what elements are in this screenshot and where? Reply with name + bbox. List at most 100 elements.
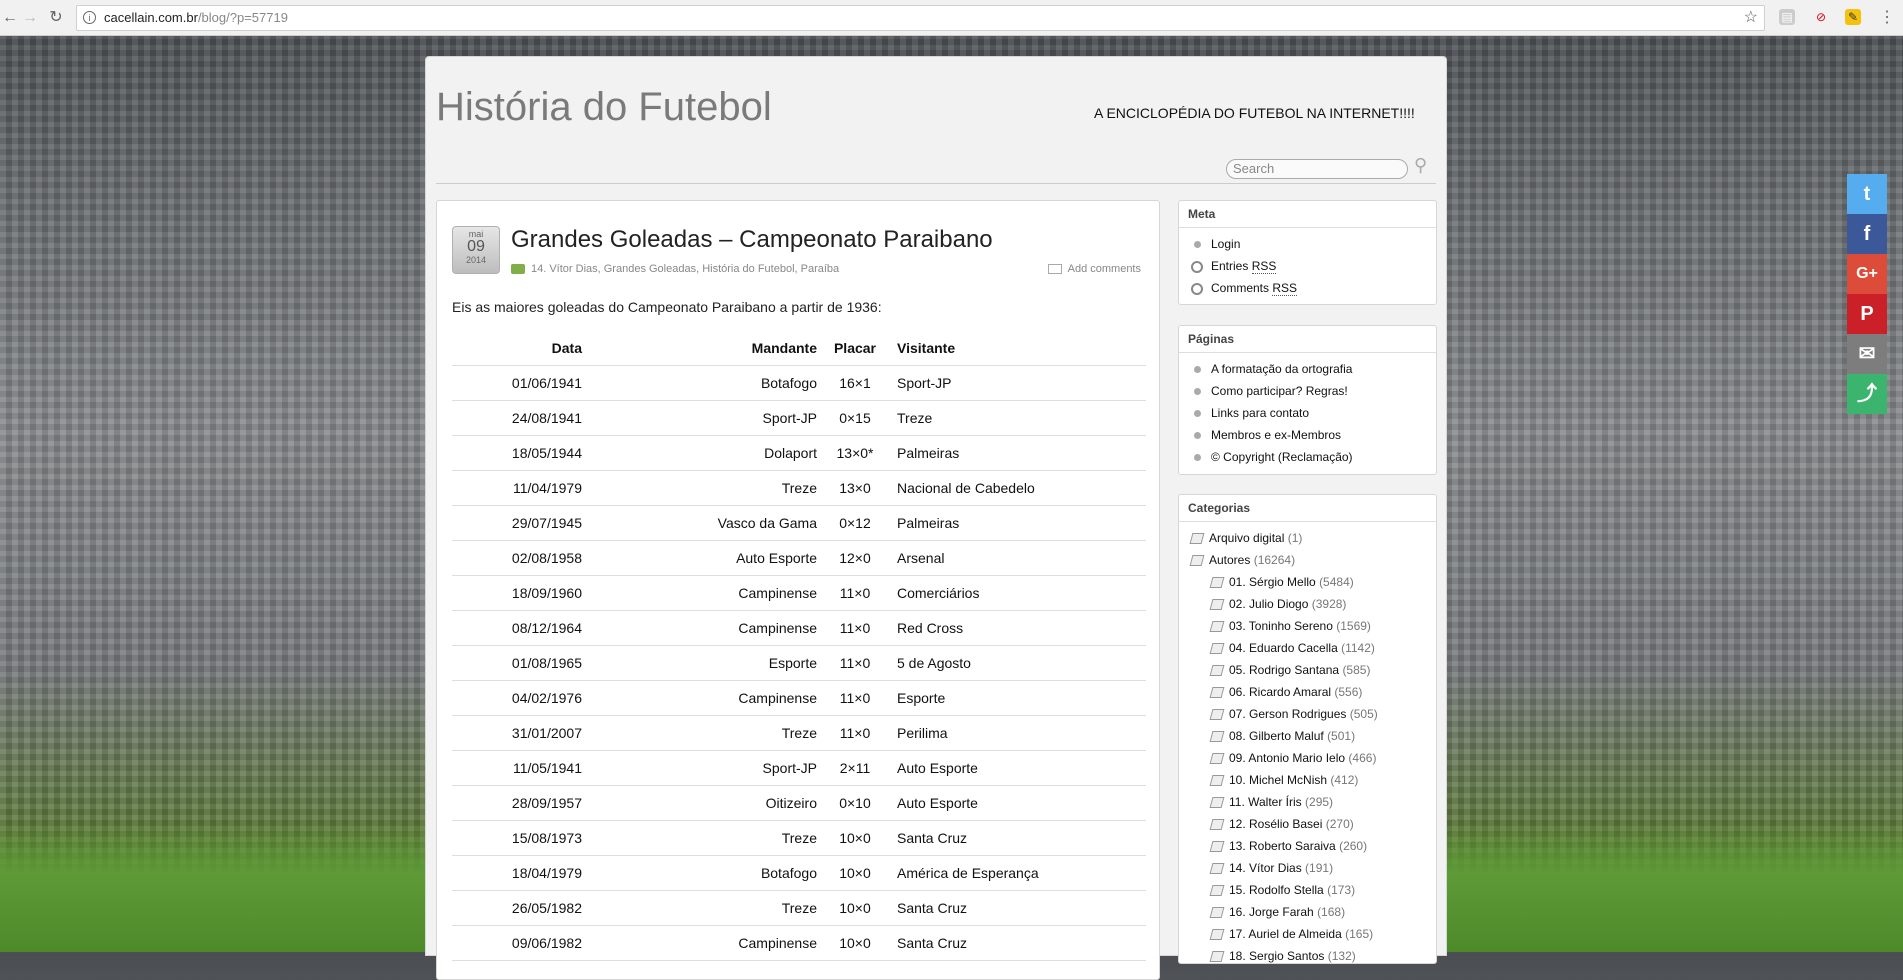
category-label: 06. Ricardo Amaral	[1229, 685, 1332, 699]
table-row: 28/09/1957 Oitizeiro 0×10 Auto Esporte	[452, 785, 1146, 821]
comments-rss-link[interactable]: Comments RSS	[1179, 277, 1436, 299]
adblock-extension-icon[interactable]: ⊘	[1813, 9, 1829, 25]
cell-away: Santa Cruz	[885, 820, 1146, 856]
cell-date: 18/09/1960	[452, 575, 592, 611]
category-subitem[interactable]: 04. Eduardo Cacella (1142)	[1179, 637, 1436, 659]
category-icon	[1209, 577, 1225, 588]
cell-away: Santa Cruz	[885, 925, 1146, 961]
bookmark-star-icon[interactable]: ☆	[1744, 6, 1758, 30]
category-subitem[interactable]: 12. Rosélio Basei (270)	[1179, 813, 1436, 835]
extension-icon[interactable]: ▤	[1779, 9, 1795, 25]
cell-score: 10×0	[825, 855, 885, 891]
cell-home: Treze	[592, 715, 825, 751]
category-subitem[interactable]: 11. Walter Íris (295)	[1179, 791, 1436, 813]
cell-date: 04/02/1976	[452, 680, 592, 716]
table-header-row: Data Mandante Placar Visitante	[452, 337, 1146, 366]
page-link-copyright[interactable]: © Copyright (Reclamação)	[1179, 446, 1436, 468]
category-item[interactable]: Arquivo digital (1)	[1179, 527, 1436, 549]
category-subitem[interactable]: 01. Sérgio Mello (5484)	[1179, 571, 1436, 593]
cell-score: 13×0*	[825, 435, 885, 471]
page-link-label: Membros e ex-Membros	[1211, 428, 1342, 442]
site-title[interactable]: História do Futebol	[436, 85, 772, 130]
page-link-label: Links para contato	[1211, 406, 1310, 420]
cell-score: 11×0	[825, 610, 885, 646]
cell-away: Palmeiras	[885, 505, 1146, 541]
category-subitem[interactable]: 13. Roberto Saraiva (260)	[1179, 835, 1436, 857]
twitter-share-button[interactable]: t	[1847, 174, 1887, 214]
add-comments-link[interactable]: Add comments	[1047, 263, 1141, 275]
page-link-regras[interactable]: Como participar? Regras!	[1179, 380, 1436, 402]
google-plus-share-button[interactable]: G+	[1847, 254, 1887, 294]
pinterest-share-button[interactable]: P	[1847, 294, 1887, 334]
table-row: 15/08/1973 Treze 10×0 Santa Cruz	[452, 820, 1146, 856]
cell-home: Treze	[592, 820, 825, 856]
category-label: 03. Toninho Sereno	[1229, 619, 1333, 633]
category-subitem[interactable]: 16. Jorge Farah (168)	[1179, 901, 1436, 923]
facebook-share-button[interactable]: f	[1847, 214, 1887, 254]
date-day: 09	[467, 238, 485, 255]
info-icon[interactable]: i	[83, 11, 96, 24]
category-subitem[interactable]: 17. Auriel de Almeida (165)	[1179, 923, 1436, 945]
page-link-ortografia[interactable]: A formatação da ortografia	[1179, 358, 1436, 380]
cell-score: 0×10	[825, 785, 885, 821]
header-away: Visitante	[885, 337, 1146, 366]
search-input[interactable]: Search	[1226, 159, 1408, 179]
address-bar[interactable]: i cacellain.com.br/blog/?p=57719 ☆	[76, 5, 1765, 31]
post-categories[interactable]: 14. Vítor Dias, Grandes Goleadas, Histór…	[531, 263, 839, 275]
category-subitem[interactable]: 05. Rodrigo Santana (585)	[1179, 659, 1436, 681]
reload-icon[interactable]: ↻	[46, 8, 66, 28]
email-share-button[interactable]: ✉	[1847, 334, 1887, 374]
category-item[interactable]: Autores (16264)	[1179, 549, 1436, 571]
category-subitem[interactable]: 15. Rodolfo Stella (173)	[1179, 879, 1436, 901]
forward-icon[interactable]: →	[20, 8, 40, 28]
category-icon	[1209, 951, 1225, 962]
category-subitem[interactable]: 06. Ricardo Amaral (556)	[1179, 681, 1436, 703]
category-subitem[interactable]: 14. Vítor Dias (191)	[1179, 857, 1436, 879]
category-label: 18. Sergio Santos	[1229, 949, 1325, 963]
category-subitem[interactable]: 07. Gerson Rodrigues (505)	[1179, 703, 1436, 725]
url-text[interactable]: cacellain.com.br/blog/?p=57719	[104, 6, 288, 30]
table-row: 18/05/1944 Dolaport 13×0* Palmeiras	[452, 435, 1146, 471]
category-count: (173)	[1327, 883, 1356, 897]
category-subitem[interactable]: 09. Antonio Mario Ielo (466)	[1179, 747, 1436, 769]
category-icon	[1209, 753, 1225, 764]
login-link[interactable]: Login	[1179, 233, 1436, 255]
category-subitem[interactable]: 08. Gilberto Maluf (501)	[1179, 725, 1436, 747]
category-label: 09. Antonio Mario Ielo	[1229, 751, 1346, 765]
table-row: 11/04/1979 Treze 13×0 Nacional de Cabedelo	[452, 470, 1146, 506]
url-path: /blog/?p=57719	[197, 10, 288, 25]
category-label: 04. Eduardo Cacella	[1229, 641, 1338, 655]
cell-score: 11×0	[825, 575, 885, 611]
category-icon	[1209, 841, 1225, 852]
table-row: 08/12/1964 Campinense 11×0 Red Cross	[452, 610, 1146, 646]
page-link-contato[interactable]: Links para contato	[1179, 402, 1436, 424]
back-icon[interactable]: ←	[0, 8, 20, 28]
table-row: 24/08/1941 Sport-JP 0×15 Treze	[452, 400, 1146, 436]
entries-rss-link[interactable]: Entries RSS	[1179, 255, 1436, 277]
bullet-icon	[1194, 410, 1201, 417]
category-subitem[interactable]: 10. Michel McNish (412)	[1179, 769, 1436, 791]
category-count: (412)	[1330, 773, 1359, 787]
category-icon	[1209, 907, 1225, 918]
category-label: 16. Jorge Farah	[1229, 905, 1314, 919]
comments-rss-label: Comments	[1211, 281, 1273, 295]
category-subitem[interactable]: 18. Sergio Santos (132)	[1179, 945, 1436, 967]
page-link-membros[interactable]: Membros e ex-Membros	[1179, 424, 1436, 446]
category-subitem[interactable]: 02. Julio Diogo (3928)	[1179, 593, 1436, 615]
category-label: 12. Rosélio Basei	[1229, 817, 1323, 831]
table-row: 11/05/1941 Sport-JP 2×11 Auto Esporte	[452, 750, 1146, 786]
more-share-button[interactable]: ⤴	[1847, 374, 1887, 414]
login-label: Login	[1211, 237, 1241, 251]
cell-away: Treze	[885, 400, 1146, 436]
menu-icon[interactable]: ⋮	[1877, 8, 1897, 28]
category-subitem[interactable]: 03. Toninho Sereno (1569)	[1179, 615, 1436, 637]
cell-away: Auto Esporte	[885, 750, 1146, 786]
post-title[interactable]: Grandes Goleadas – Campeonato Paraibano	[511, 226, 993, 254]
cell-away: Comerciários	[885, 575, 1146, 611]
bullet-icon	[1194, 454, 1201, 461]
pages-title: Páginas	[1179, 326, 1436, 353]
share-icon: ⤴	[1857, 383, 1877, 405]
search-icon[interactable]: ⚲	[1414, 155, 1427, 176]
category-count: (260)	[1339, 839, 1368, 853]
notes-extension-icon[interactable]: ✎	[1845, 9, 1861, 25]
